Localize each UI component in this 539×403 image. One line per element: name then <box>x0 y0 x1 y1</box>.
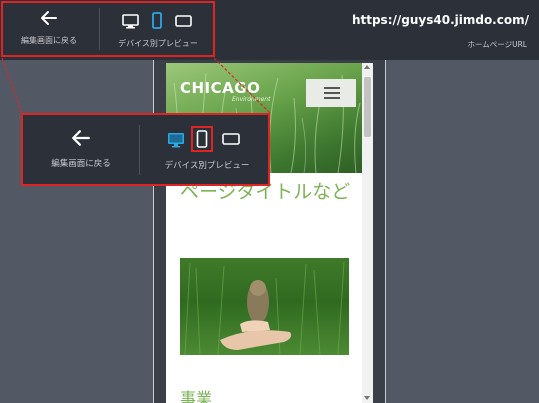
zoom-device-group: デバイス別プレビュー <box>157 125 257 179</box>
frame-line-left <box>153 60 154 403</box>
site-logo[interactable]: CHICAGO <box>180 79 260 97</box>
hamburger-menu-icon[interactable] <box>306 79 356 107</box>
content-photo <box>180 258 349 355</box>
zoom-device-icons <box>168 126 240 152</box>
desktop-icon[interactable] <box>168 133 184 148</box>
zoom-device-label: デバイス別プレビュー <box>164 161 250 171</box>
canvas-left <box>0 60 153 403</box>
zoomed-toolbar-callout: 編集画面に戻る デバイス別プレビュー <box>21 113 270 186</box>
homepage-url-label: ホームページURL <box>467 40 527 49</box>
mobile-icon[interactable] <box>196 130 208 148</box>
back-arrow-icon <box>72 130 90 146</box>
preview-toolbar: 編集画面に戻る デバイス別プレビュー https://guys40.jimdo.… <box>0 0 539 60</box>
section-heading: 事業 <box>180 389 213 403</box>
preview-scrollbar[interactable] <box>362 63 373 403</box>
site-url[interactable]: https://guys40.jimdo.com/ <box>352 13 529 27</box>
zoom-back-to-editor-button[interactable]: 編集画面に戻る <box>45 129 117 175</box>
scroll-thumb[interactable] <box>364 77 371 137</box>
zoom-divider <box>139 125 140 175</box>
highlight-box-toolbar <box>1 1 215 57</box>
zoom-back-label: 編集画面に戻る <box>51 159 111 169</box>
frame-line-right <box>385 60 386 403</box>
site-logo-subtitle: Environment <box>232 96 271 103</box>
hand-with-owl-image <box>184 261 345 355</box>
tablet-icon[interactable] <box>222 133 240 145</box>
scroll-down-icon[interactable] <box>364 396 370 400</box>
canvas-right <box>386 60 539 403</box>
scroll-up-icon[interactable] <box>364 65 370 69</box>
